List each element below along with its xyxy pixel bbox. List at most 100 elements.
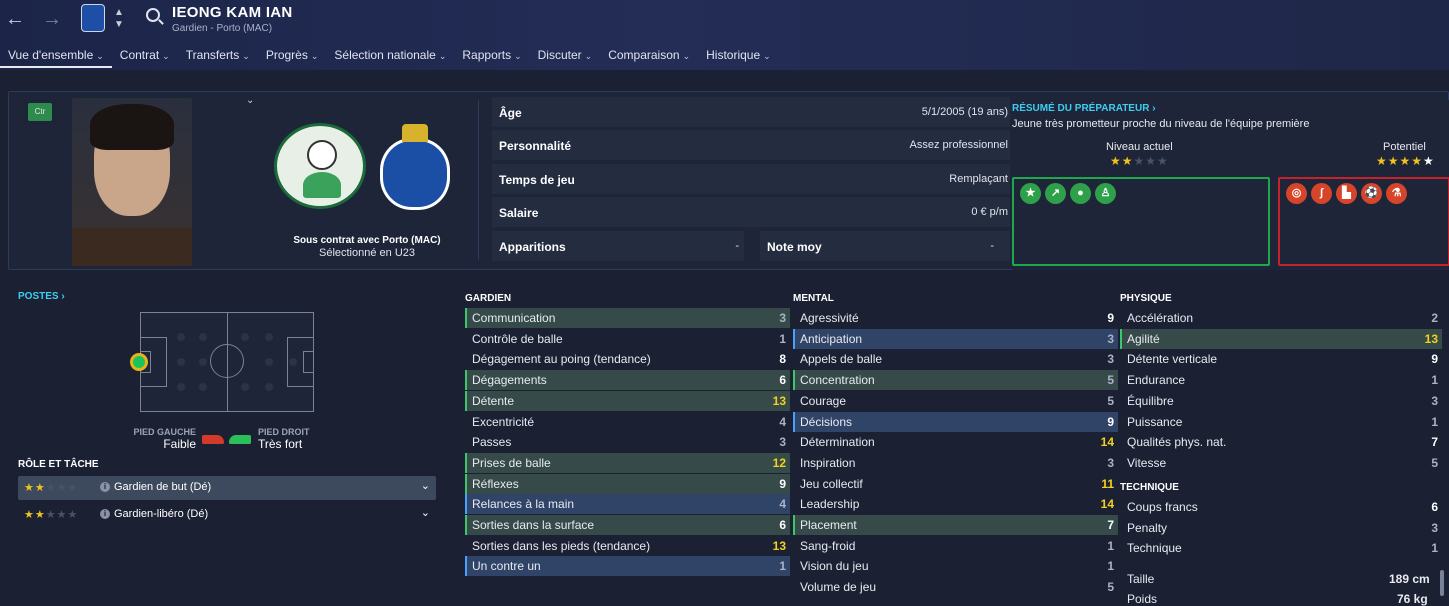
role-row[interactable]: ★★★★★ i Gardien-libéro (Dé) ⌄	[18, 503, 436, 527]
attribute-row[interactable]: Leadership 14	[793, 494, 1118, 514]
attribute-name: Endurance	[1127, 373, 1186, 388]
attribute-row[interactable]: Agressivité 9	[793, 308, 1118, 328]
attribute-row[interactable]: Qualités phys. nat. 7	[1120, 432, 1442, 452]
tab-national[interactable]: Sélection nationale ⌄	[326, 46, 454, 68]
attribute-row[interactable]: Prises de balle 12	[465, 452, 790, 473]
attribute-row[interactable]: Technique 1	[1120, 538, 1442, 558]
boot-icon[interactable]: ▙	[1336, 183, 1357, 204]
attribute-value: 2	[1431, 311, 1438, 325]
attribute-row[interactable]: Excentricité 4	[465, 412, 790, 432]
attribute-row[interactable]: Placement 7	[793, 515, 1118, 535]
chevron-down-icon[interactable]: ⌄	[421, 506, 430, 519]
brain-icon[interactable]: ●	[1070, 183, 1091, 204]
attribute-row[interactable]: Passes 3	[465, 432, 790, 452]
attribute-name: Courage	[800, 393, 847, 408]
chevron-down-icon: ⌄	[438, 51, 447, 61]
positions-link[interactable]: POSTES ›	[18, 291, 65, 302]
attribute-name: Anticipation	[800, 331, 863, 346]
attribute-row[interactable]: Endurance 1	[1120, 370, 1442, 390]
attribute-value: 12	[772, 455, 786, 470]
tab-contract[interactable]: Contrat ⌄	[112, 46, 178, 68]
star-icon[interactable]: ★	[1020, 183, 1041, 204]
attribute-value: 11	[1101, 476, 1114, 491]
scrollbar[interactable]	[1440, 570, 1444, 596]
attribute-row[interactable]: Un contre un 1	[465, 556, 790, 577]
forward-arrow-icon[interactable]: →	[42, 8, 62, 31]
roles-title: RÔLE ET TÂCHE	[18, 459, 99, 470]
height-label: Taille	[1127, 572, 1155, 586]
search-icon[interactable]	[146, 8, 160, 22]
attribute-row[interactable]: Vitesse 5	[1120, 453, 1442, 473]
attribute-value: 3	[1431, 520, 1438, 535]
chevron-down-icon[interactable]: ⌄	[421, 479, 430, 492]
attribute-row[interactable]: Anticipation 3	[793, 328, 1118, 349]
flask-icon[interactable]: ⚗	[1386, 183, 1407, 204]
attribute-row[interactable]: Sorties dans les pieds (tendance) 13	[465, 536, 790, 556]
tab-transfers[interactable]: Transferts ⌄	[178, 46, 258, 68]
attribute-value: 14	[1100, 497, 1114, 512]
attribute-row[interactable]: Contrôle de balle 1	[465, 329, 790, 349]
chevron-down-icon[interactable]: ▼	[114, 20, 124, 30]
attribute-name: Détermination	[800, 435, 875, 450]
attribute-row[interactable]: Équilibre 3	[1120, 391, 1442, 411]
national-team-logo[interactable]	[274, 123, 366, 209]
info-icon[interactable]: i	[100, 509, 110, 519]
coach-summary-link[interactable]: RÉSUMÉ DU PRÉPARATEUR ›	[1012, 103, 1156, 114]
tab-history[interactable]: Historique ⌄	[698, 46, 779, 68]
attribute-row[interactable]: Dégagement au poing (tendance) 8	[465, 349, 790, 369]
goalkeeper-position-marker[interactable]	[130, 353, 148, 371]
attribute-row[interactable]: Relances à la main 4	[465, 494, 790, 515]
attribute-row[interactable]: Décisions 9	[793, 411, 1118, 432]
attribute-value: 3	[1107, 352, 1114, 367]
attribute-row[interactable]: Communication 3	[465, 308, 790, 328]
attribute-row[interactable]: Inspiration 3	[793, 453, 1118, 473]
tab-compare[interactable]: Comparaison ⌄	[600, 46, 698, 68]
chevron-down-icon[interactable]: ⌄	[246, 95, 254, 106]
attribute-row[interactable]: Coups francs 6	[1120, 497, 1442, 517]
attribute-row[interactable]: Puissance 1	[1120, 412, 1442, 432]
chevron-up-icon[interactable]: ▲	[114, 8, 124, 18]
attribute-value: 5	[1107, 580, 1114, 595]
chevron-down-icon: ⌄	[682, 51, 691, 61]
attribute-row[interactable]: Courage 5	[793, 391, 1118, 411]
attribute-value: 1	[779, 331, 786, 346]
attribute-name: Décisions	[800, 414, 853, 429]
target-icon[interactable]: ◎	[1286, 183, 1307, 204]
attribute-name: Volume de jeu	[800, 580, 877, 595]
attribute-row[interactable]: Agilité 13	[1120, 328, 1442, 349]
tab-overview[interactable]: Vue d'ensemble ⌄	[0, 46, 112, 68]
person-icon[interactable]: ♙	[1095, 183, 1116, 204]
left-foot: PIED GAUCHE Faible	[133, 427, 196, 451]
club-logo[interactable]	[380, 124, 450, 210]
tab-reports[interactable]: Rapports ⌄	[454, 46, 529, 68]
club-badge-icon[interactable]	[81, 4, 105, 32]
attribute-row[interactable]: Appels de balle 3	[793, 349, 1118, 369]
tab-discuss[interactable]: Discuter ⌄	[530, 46, 601, 68]
attribute-name: Technique	[1127, 541, 1182, 556]
attribute-name: Réflexes	[472, 476, 519, 491]
attribute-row[interactable]: Accélération 2	[1120, 308, 1442, 328]
back-arrow-icon[interactable]: ←	[5, 8, 25, 31]
attribute-row[interactable]: Concentration 5	[793, 370, 1118, 391]
trend-up-icon[interactable]: ↗	[1045, 183, 1066, 204]
foot-icon[interactable]: ʃ	[1311, 183, 1332, 204]
tab-progress[interactable]: Progrès ⌄	[258, 46, 327, 68]
mental-title: MENTAL	[793, 293, 834, 304]
attribute-row[interactable]: Détente verticale 9	[1120, 349, 1442, 369]
attribute-row[interactable]: Sorties dans la surface 6	[465, 515, 790, 535]
ball-icon[interactable]: ⚽	[1361, 183, 1382, 204]
attribute-value: 1	[1431, 373, 1438, 388]
attribute-row[interactable]: Dégagements 6	[465, 370, 790, 391]
attribute-row[interactable]: Sang-froid 1	[793, 536, 1118, 556]
attribute-row[interactable]: Penalty 3	[1120, 518, 1442, 538]
attribute-row[interactable]: Détermination 14	[793, 432, 1118, 452]
attribute-row[interactable]: Volume de jeu 5	[793, 577, 1118, 597]
attribute-row[interactable]: Détente 13	[465, 390, 790, 411]
attribute-row[interactable]: Vision du jeu 1	[793, 556, 1118, 576]
info-icon[interactable]: i	[100, 482, 110, 492]
info-row-rating: Note moy -	[760, 231, 1010, 261]
attribute-row[interactable]: Réflexes 9	[465, 473, 790, 494]
attribute-value: 4	[779, 414, 786, 429]
attribute-row[interactable]: Jeu collectif 11	[793, 474, 1118, 494]
role-row[interactable]: ★★★★★ i Gardien de but (Dé) ⌄	[18, 476, 436, 500]
